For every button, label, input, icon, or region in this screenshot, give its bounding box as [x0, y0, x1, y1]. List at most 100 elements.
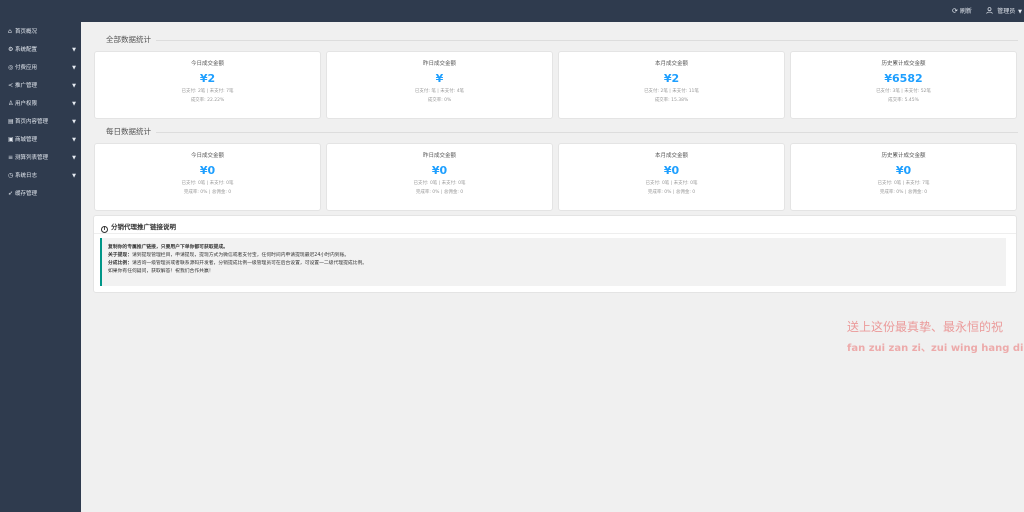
sidebar-item-label: 首页概况 [15, 29, 38, 35]
sidebar-item-shop[interactable]: ▣商城管理 ▼ [0, 131, 81, 149]
card-orders: 已支付: 3笔 | 未支付: 52笔 [876, 89, 931, 94]
card-title: 本月成交金额 [654, 61, 688, 67]
refresh-button[interactable]: ⟳ 刷新 [952, 0, 972, 22]
daily-card-today: 今日成交金额 ¥0 已支付: 0笔 | 未支付: 0笔 完成率: 0% | 总佣… [94, 143, 321, 211]
card-rate: 成交率: 15.38% [654, 98, 689, 103]
card-orders: 已支付: 2笔 | 未支付: 7笔 [181, 89, 234, 94]
card-amount: ¥2 [663, 72, 680, 85]
daily-card-total: 历史累计成交金额 ¥0 已支付: 0笔 | 未支付: 7笔 完成率: 0% | … [790, 143, 1017, 211]
sidebar-item-paid-apps[interactable]: ◎ 付费应用 ▼ [0, 59, 81, 77]
card-amount: ¥0 [663, 164, 680, 177]
notice-line: 关于提现：请到提现管理栏目，申请提现，提现方式为微信或者支付宝，任何时间内申请提… [108, 252, 1006, 260]
card-orders: 已支付: 0笔 | 未支付: 7笔 [877, 181, 930, 186]
stat-card-today: 今日成交金额 ¥2 已支付: 2笔 | 未支付: 7笔 成交率: 22.22% [94, 51, 321, 119]
list-icon: ≡ [8, 154, 14, 161]
card-orders: 已支付: 0笔 | 未支付: 0笔 [181, 181, 234, 186]
user-icon: ♙ [8, 100, 14, 107]
chevron-down-icon: ▼ [72, 173, 76, 179]
card-rate: 完成率: 0% | 总佣金: 0 [647, 190, 696, 195]
sidebar-item-label: 商城管理 [15, 137, 38, 143]
sidebar-item-system-config[interactable]: ⚙ 系统配置 ▼ [0, 41, 81, 59]
stat-card-yesterday: 昨日成交金额 ¥ 已支付: 笔 | 未支付: 4笔 成交率: 0% [326, 51, 553, 119]
shop-icon: ▣ [8, 136, 14, 143]
share-icon: ≺ [8, 82, 14, 89]
card-rate: 完成率: 0% | 总佣金: 0 [879, 190, 928, 195]
chevron-down-icon: ▼ [72, 155, 76, 161]
card-amount: ¥6582 [884, 72, 923, 85]
card-title: 昨日成交金额 [422, 153, 456, 159]
card-amount: ¥0 [895, 164, 912, 177]
stat-card-total: 历史累计成交金额 ¥6582 已支付: 3笔 | 未支付: 52笔 成交率: 5… [790, 51, 1017, 119]
watermark-text: 送上这份最真挚、最永恒的祝 [847, 320, 1004, 334]
notice-divider [94, 233, 1016, 234]
sidebar: ⌂ 首页概况 ⚙ 系统配置 ▼ ◎ 付费应用 ▼ ≺ 推广管理 ▼ ♙ 用户权限 ▼ ▤首页内容管… [0, 22, 81, 512]
user-menu[interactable]: 管理员 ▼ [986, 0, 1022, 22]
app-icon: ◎ [8, 64, 14, 71]
chevron-down-icon: ▼ [72, 83, 76, 89]
sidebar-item-calc-list[interactable]: ≡ 测算列表管理 ▼ [0, 149, 81, 167]
card-rate: 成交率: 22.22% [190, 98, 225, 103]
card-amount: ¥ [435, 72, 444, 85]
document-icon: ▤ [8, 118, 14, 125]
chevron-down-icon: ▼ [72, 119, 76, 125]
notice-line-text: 请咨询一级管理员或者联系源码开发者，分销提成比例一级管理员可在后台设置，可设置一… [132, 261, 368, 266]
card-title: 历史累计成交金额 [881, 61, 926, 67]
notice-line: 分成比例：请咨询一级管理员或者联系源码开发者，分销提成比例一级管理员可在后台设置… [108, 260, 1006, 268]
refresh-icon: ⟳ [952, 7, 958, 15]
user-label: 管理员 [997, 8, 1016, 15]
chevron-down-icon: ▼ [72, 47, 76, 53]
section-title-daily: 每日数据统计 [106, 127, 151, 136]
notice-title: 分销代理推广链接说明 [111, 223, 176, 231]
sidebar-item-user-permissions[interactable]: ♙ 用户权限 ▼ [0, 95, 81, 113]
chevron-down-icon: ▼ [72, 137, 76, 143]
sidebar-item-label: 推广管理 [15, 83, 38, 89]
sidebar-item-label: 测算列表管理 [15, 155, 49, 161]
notice-line: 如果你有任何疑问，获取解答！祝我们合作共赢！ [108, 268, 1006, 276]
sidebar-item-promotion[interactable]: ≺ 推广管理 ▼ [0, 77, 81, 95]
notice-line: 复制你的专属推广链接，只要用户下单你都可获取提成。 [108, 244, 1006, 252]
card-rate: 完成率: 0% | 总佣金: 0 [183, 190, 232, 195]
sidebar-item-home[interactable]: ⌂ 首页概况 [0, 23, 81, 41]
card-title: 今日成交金额 [190, 153, 224, 159]
notice-line-text: 如果你有任何疑问，获取解答！祝我们合作共赢！ [108, 269, 214, 274]
notice-line-text: 复制你的专属推广链接，只要用户下单你都可获取提成。 [108, 245, 228, 250]
chevron-down-icon: ▼ [72, 65, 76, 71]
card-title: 昨日成交金额 [422, 61, 456, 67]
card-orders: 已支付: 0笔 | 未支付: 0笔 [645, 181, 698, 186]
user-icon [986, 7, 995, 15]
notice-panel: i 分销代理推广链接说明 复制你的专属推广链接，只要用户下单你都可获取提成。 关于… [93, 215, 1017, 293]
daily-card-yesterday: 昨日成交金额 ¥0 已支付: 0笔 | 未支付: 0笔 完成率: 0% | 总佣… [326, 143, 553, 211]
sidebar-item-label: 用户权限 [15, 101, 38, 107]
clock-icon: ◷ [8, 172, 14, 179]
send-icon: ➶ [8, 190, 14, 197]
sidebar-item-label: 系统日志 [15, 173, 38, 179]
notice-line-label: 关于提现： [108, 253, 132, 258]
section-title-all: 全部数据统计 [106, 35, 151, 44]
daily-card-month: 本月成交金额 ¥0 已支付: 0笔 | 未支付: 0笔 完成率: 0% | 总佣… [558, 143, 785, 211]
sidebar-item-label: 缓存管理 [15, 191, 38, 197]
card-title: 今日成交金额 [190, 61, 224, 67]
notice-body: 复制你的专属推广链接，只要用户下单你都可获取提成。 关于提现：请到提现管理栏目，… [100, 238, 1006, 286]
card-orders: 已支付: 2笔 | 未支付: 11笔 [644, 89, 699, 94]
watermark-pinyin: fan zui zan zi、zui wing hang di z [847, 343, 1024, 354]
sidebar-item-home-content[interactable]: ▤首页内容管理 ▼ [0, 113, 81, 131]
notice-line-text: 请到提现管理栏目，申请提现，提现方式为微信或者支付宝，任何时间内申请提现最迟24… [132, 253, 350, 258]
sidebar-item-label: 付费应用 [15, 65, 38, 71]
section-divider [156, 132, 1018, 133]
card-orders: 已支付: 笔 | 未支付: 4笔 [414, 89, 465, 94]
notice-header: i 分销代理推广链接说明 [101, 221, 176, 233]
card-amount: ¥0 [431, 164, 448, 177]
notice-line-label: 分成比例： [108, 261, 132, 266]
sidebar-item-label: 系统配置 [15, 47, 38, 53]
card-rate: 成交率: 0% [427, 98, 452, 103]
chevron-down-icon: ▼ [1018, 9, 1023, 15]
sidebar-item-label: 首页内容管理 [15, 119, 49, 125]
info-icon: i [101, 226, 108, 233]
sidebar-item-cache[interactable]: ➶ 缓存管理 [0, 185, 81, 203]
card-rate: 成交率: 5.45% [888, 98, 919, 103]
sidebar-item-system-log[interactable]: ◷ 系统日志 ▼ [0, 167, 81, 185]
card-amount: ¥0 [199, 164, 216, 177]
card-title: 历史累计成交金额 [881, 153, 926, 159]
card-title: 本月成交金额 [654, 153, 688, 159]
chevron-down-icon: ▼ [72, 101, 76, 107]
